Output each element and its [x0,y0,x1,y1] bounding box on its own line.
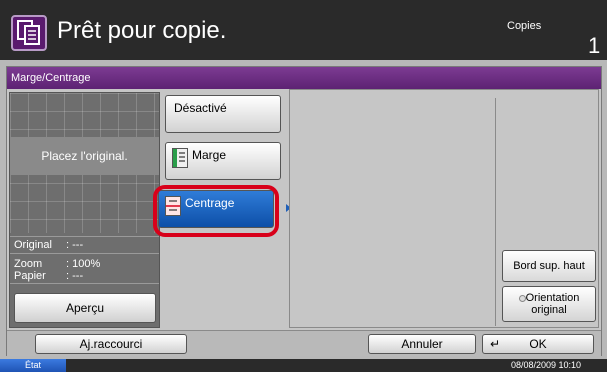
date-time: 08/08/2009 10:10 [511,360,582,370]
divider [495,98,496,326]
detail-panel: Bord sup. haut Orientation original [289,89,599,328]
radio-icon [518,294,526,302]
ok-button[interactable]: ↵ OK [482,334,594,354]
option-desactive-label: Désactivé [174,101,227,115]
original-orientation-button[interactable]: Orientation original [502,286,596,322]
option-marge-label: Marge [192,148,227,162]
cancel-button[interactable]: Annuler [368,334,476,354]
margin-icon [172,148,188,168]
info-original-label: Original [14,239,52,251]
info-zoom: Zoom : 100% [14,258,100,270]
info-zoom-label: Zoom [14,258,43,270]
preview-button[interactable]: Aperçu [14,293,156,323]
top-edge-button[interactable]: Bord sup. haut [502,250,596,282]
copy-function-icon [11,15,47,51]
info-original: Original : --- [14,239,83,251]
header-bar: Prêt pour copie. Copies 1 [0,0,607,60]
status-button[interactable]: État [0,359,66,372]
ok-label: OK [529,337,547,351]
info-zoom-value: : 100% [66,258,101,270]
margin-centering-window: Marge/Centrage Placez l'original. Origin… [6,66,602,356]
place-original-text: Placez l'original. [41,149,128,163]
add-shortcut-button[interactable]: Aj.raccourci [35,334,187,354]
copy-screen: Prêt pour copie. Copies 1 Marge/Centrage… [0,0,607,372]
bottom-action-bar: Aj.raccourci Annuler ↵ OK [7,330,601,356]
info-paper-label: Papier [14,270,46,282]
page-title: Prêt pour copie. [57,17,227,44]
option-desactive-button[interactable]: Désactivé [165,95,281,133]
option-marge-button[interactable]: Marge [165,142,281,180]
orientation-label-line2: original [531,304,567,316]
window-title: Marge/Centrage [7,67,601,89]
divider [10,283,159,284]
preview-panel: Placez l'original. Original : --- Zoom : 1… [9,92,160,328]
info-paper-value: : --- [66,270,84,282]
info-paper: Papier : --- [14,270,83,282]
selection-highlight-ring [153,185,279,237]
orientation-label-line1: Orientation [525,292,580,304]
status-bar: État 08/08/2009 10:10 [0,359,607,372]
copies-count: 1 [588,33,601,58]
divider [10,236,159,237]
enter-icon: ↵ [490,337,501,351]
copies-label: Copies [507,20,542,32]
info-original-value: : --- [66,239,84,251]
divider [10,253,159,254]
